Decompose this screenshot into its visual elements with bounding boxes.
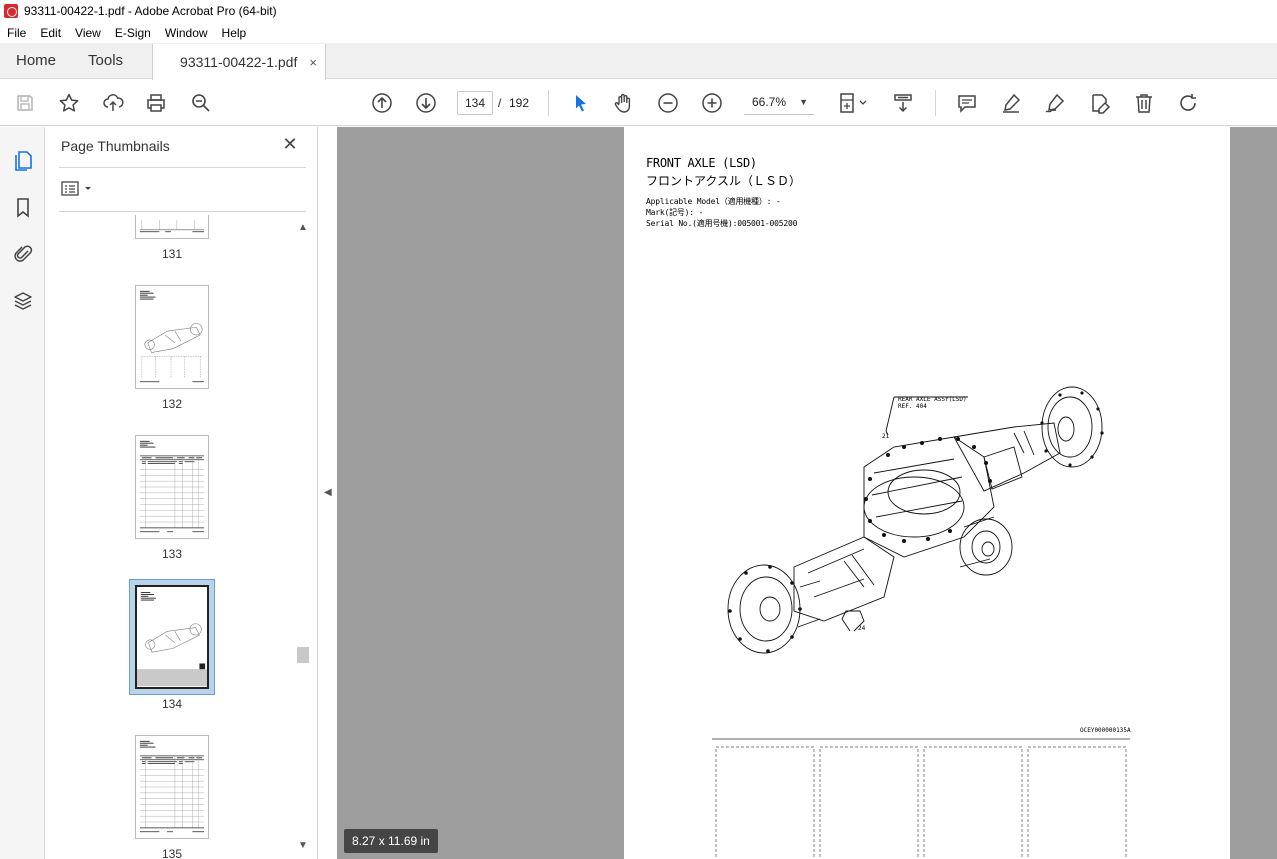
rotate-icon[interactable] <box>1175 90 1201 116</box>
select-cursor-icon[interactable] <box>567 90 593 116</box>
zoom-in-icon[interactable] <box>699 90 725 116</box>
thumbnail-page-134[interactable] <box>135 585 209 689</box>
collapse-left-icon: ◀ <box>324 487 332 498</box>
thumbnail-label: 135 <box>161 847 183 859</box>
share-upload-icon[interactable] <box>100 90 126 116</box>
drawing-code: OCEY000000135A <box>1080 727 1131 734</box>
page-number-input[interactable]: 134 <box>457 91 493 115</box>
chevron-down-icon: ▼ <box>799 97 808 107</box>
thumbnail-label: 133 <box>161 547 183 561</box>
page-total: 192 <box>509 96 530 110</box>
zoom-dropdown[interactable]: 66.7% ▼ <box>744 91 814 115</box>
scroll-mode-icon[interactable] <box>890 90 916 116</box>
document-view[interactable]: FRONT AXLE (LSD) フロントアクスル（ＬＳＤ） Applicabl… <box>337 127 1277 859</box>
page-thumbnails-panel: Page Thumbnails ✕ 131 132 133 134 135 ▲ … <box>45 127 318 859</box>
toolbar-divider <box>548 90 549 116</box>
thumbnail-label: 132 <box>161 397 183 411</box>
scroll-down-icon[interactable]: ▼ <box>295 840 311 854</box>
sign-pen-icon[interactable] <box>1042 90 1068 116</box>
thumbnail-page-131[interactable] <box>135 215 209 239</box>
page-title-english: FRONT AXLE (LSD) <box>646 156 757 170</box>
thumbnail-list: 131 132 133 134 135 <box>45 215 295 859</box>
panel-title: Page Thumbnails <box>61 138 170 154</box>
tab-home[interactable]: Home <box>0 43 72 78</box>
page-separator: / <box>498 96 502 110</box>
zoom-out-icon[interactable] <box>655 90 681 116</box>
tab-bar: Home Tools 93311-00422-1.pdf × <box>0 43 1277 80</box>
toolbar-divider <box>935 90 936 116</box>
highlight-pen-icon[interactable] <box>998 90 1024 116</box>
attachments-icon[interactable] <box>10 240 36 266</box>
parts-table-frames <box>712 738 1130 859</box>
acrobat-icon <box>4 4 18 18</box>
delete-icon[interactable] <box>1131 90 1157 116</box>
bookmark-star-icon[interactable] <box>56 90 82 116</box>
mark-line: Mark(記号): - <box>646 208 704 217</box>
page-title-japanese: フロントアクスル（ＬＳＤ） <box>646 174 802 188</box>
save-icon[interactable] <box>12 90 38 116</box>
layers-icon[interactable] <box>10 288 36 314</box>
page-thumbnails-icon[interactable] <box>10 147 36 173</box>
zoom-value: 66.7% <box>752 95 787 109</box>
print-icon[interactable] <box>143 90 169 116</box>
title-bar: 93311-00422-1.pdf - Adobe Acrobat Pro (6… <box>0 0 1277 22</box>
thumbnail-label: 134 <box>161 697 183 711</box>
edit-pdf-icon[interactable] <box>1087 90 1113 116</box>
panel-divider <box>59 211 306 212</box>
close-panel-icon[interactable]: ✕ <box>281 135 299 154</box>
panel-collapse-handle[interactable]: ◀ <box>318 127 337 859</box>
scroll-up-icon[interactable]: ▲ <box>295 222 311 236</box>
menu-help[interactable]: Help <box>215 26 254 40</box>
left-rail <box>0 127 45 859</box>
document-tab-label: 93311-00422-1.pdf <box>180 54 298 70</box>
toolbar: 134 / 192 66.7% ▼ <box>0 80 1277 126</box>
menu-esign[interactable]: E-Sign <box>108 26 158 40</box>
menu-view[interactable]: View <box>68 26 108 40</box>
thumbnail-scrollbar[interactable]: ▲ ▼ <box>295 222 311 858</box>
thumbnail-label: 131 <box>161 247 183 261</box>
page-fit-icon[interactable] <box>836 90 870 116</box>
menu-bar: File Edit View E-Sign Window Help <box>0 22 1277 43</box>
panel-divider <box>59 167 306 168</box>
search-zoom-icon[interactable] <box>188 90 214 116</box>
pdf-page: FRONT AXLE (LSD) フロントアクスル（ＬＳＤ） Applicabl… <box>624 127 1230 859</box>
axle-drawing <box>727 386 1104 654</box>
page-size-badge: 8.27 x 11.69 in <box>344 829 438 853</box>
thumbnail-options-button[interactable] <box>61 180 95 198</box>
menu-edit[interactable]: Edit <box>33 26 68 40</box>
scrollbar-thumb[interactable] <box>297 647 309 663</box>
window-title: 93311-00422-1.pdf - Adobe Acrobat Pro (6… <box>24 4 277 18</box>
thumbnail-page-135[interactable] <box>135 735 209 839</box>
hand-tool-icon[interactable] <box>611 90 637 116</box>
thumbnail-page-133[interactable] <box>135 435 209 539</box>
menu-window[interactable]: Window <box>158 26 215 40</box>
close-tab-icon[interactable]: × <box>309 55 317 70</box>
tab-document[interactable]: 93311-00422-1.pdf × <box>152 44 326 80</box>
next-page-icon[interactable] <box>413 90 439 116</box>
comment-icon[interactable] <box>954 90 980 116</box>
bookmarks-icon[interactable] <box>10 194 36 220</box>
previous-page-icon[interactable] <box>369 90 395 116</box>
tab-tools[interactable]: Tools <box>72 43 139 78</box>
applicable-model: Applicable Model（適用機種）: - <box>646 197 781 206</box>
serial-number: Serial No.(適用号機):005001-005200 <box>646 219 798 228</box>
thumbnail-page-132[interactable] <box>135 285 209 389</box>
menu-file[interactable]: File <box>0 26 33 40</box>
